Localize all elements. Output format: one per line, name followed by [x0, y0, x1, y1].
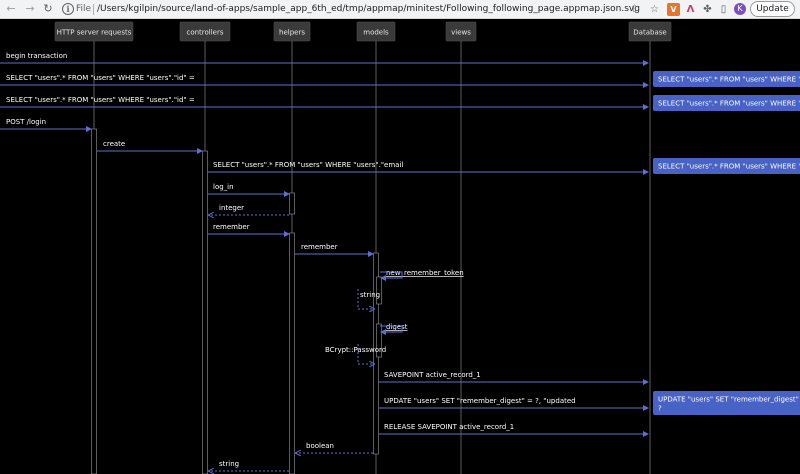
message-label: UPDATE "users" SET "remember_digest" = ?…	[384, 397, 576, 405]
share-icon[interactable]: ⇧	[628, 3, 641, 16]
lifeline-label-http: HTTP server requests	[57, 29, 132, 37]
sequence-diagram-canvas: begin transaction SELECT "users".* FROM "…	[0, 21, 800, 474]
lifeline-label-controllers: controllers	[186, 29, 223, 37]
message-label: boolean	[306, 442, 334, 450]
url-scheme-label: File	[76, 4, 92, 14]
lifeline-label-views: views	[451, 29, 471, 37]
activation-controllers	[202, 150, 208, 474]
message-label: begin transaction	[6, 52, 67, 60]
message-label: BCrypt::Password	[325, 346, 386, 354]
extension-v-icon[interactable]: V	[667, 3, 680, 16]
message-label: create	[103, 140, 125, 148]
message-label: string	[219, 460, 239, 468]
sidebar-icon[interactable]: ▯	[717, 3, 730, 16]
address-bar[interactable]: /Users/kgilpin/source/land-of-apps/sampl…	[97, 2, 640, 17]
lifeline-label-models: models	[363, 29, 389, 37]
sql-query-text: SELECT "users".* FROM "users" WHERE "use…	[658, 163, 800, 171]
update-button[interactable]: Update	[750, 1, 795, 17]
sql-query-text: ?	[658, 405, 662, 413]
activation-helpers	[289, 192, 295, 215]
sql-query-text: UPDATE "users" SET "remember_digest" = ?…	[658, 396, 800, 404]
back-arrow-icon[interactable]: ←	[4, 2, 18, 16]
message-label: SELECT "users".* FROM "users" WHERE "use…	[6, 74, 195, 82]
message-label: POST /login	[6, 118, 46, 126]
browser-toolbar: ← → ↻ i File /Users/kgilpin/source/land-…	[0, 0, 800, 19]
sequence-diagram: begin transaction SELECT "users".* FROM "…	[0, 19, 800, 474]
bookmark-star-icon[interactable]: ☆	[648, 3, 661, 16]
forward-arrow-icon[interactable]: →	[23, 2, 37, 16]
activation-http	[91, 128, 97, 474]
message-label: integer	[219, 204, 244, 212]
message-label: remember	[301, 243, 338, 251]
message-label: new_remember_token	[386, 269, 464, 277]
info-icon[interactable]: i	[62, 3, 74, 15]
message-label: SELECT "users".* FROM "users" WHERE "use…	[6, 96, 195, 104]
message-label: SAVEPOINT active_record_1	[384, 371, 481, 379]
message-label: remember	[213, 223, 250, 231]
message-label: digest	[386, 323, 408, 331]
message-label: SELECT "users".* FROM "users" WHERE "use…	[213, 161, 403, 169]
sql-query-text: SELECT "users".* FROM "users" WHERE "use…	[658, 100, 800, 108]
reload-icon[interactable]: ↻	[41, 2, 55, 16]
lifeline-label-database: Database	[633, 29, 666, 37]
extension-a-icon[interactable]: Λ	[684, 3, 697, 16]
extensions-puzzle-icon[interactable]: ✤	[701, 3, 714, 16]
avatar[interactable]: K	[734, 3, 746, 15]
omnibox-divider	[93, 4, 94, 15]
sql-query-text: SELECT "users".* FROM "users" WHERE "use…	[658, 76, 800, 84]
message-label: string	[360, 291, 380, 299]
message-label: log_in	[213, 183, 234, 191]
activation-helpers	[289, 232, 295, 474]
lifeline-label-helpers: helpers	[279, 29, 305, 37]
message-label: RELEASE SAVEPOINT active_record_1	[384, 423, 514, 431]
